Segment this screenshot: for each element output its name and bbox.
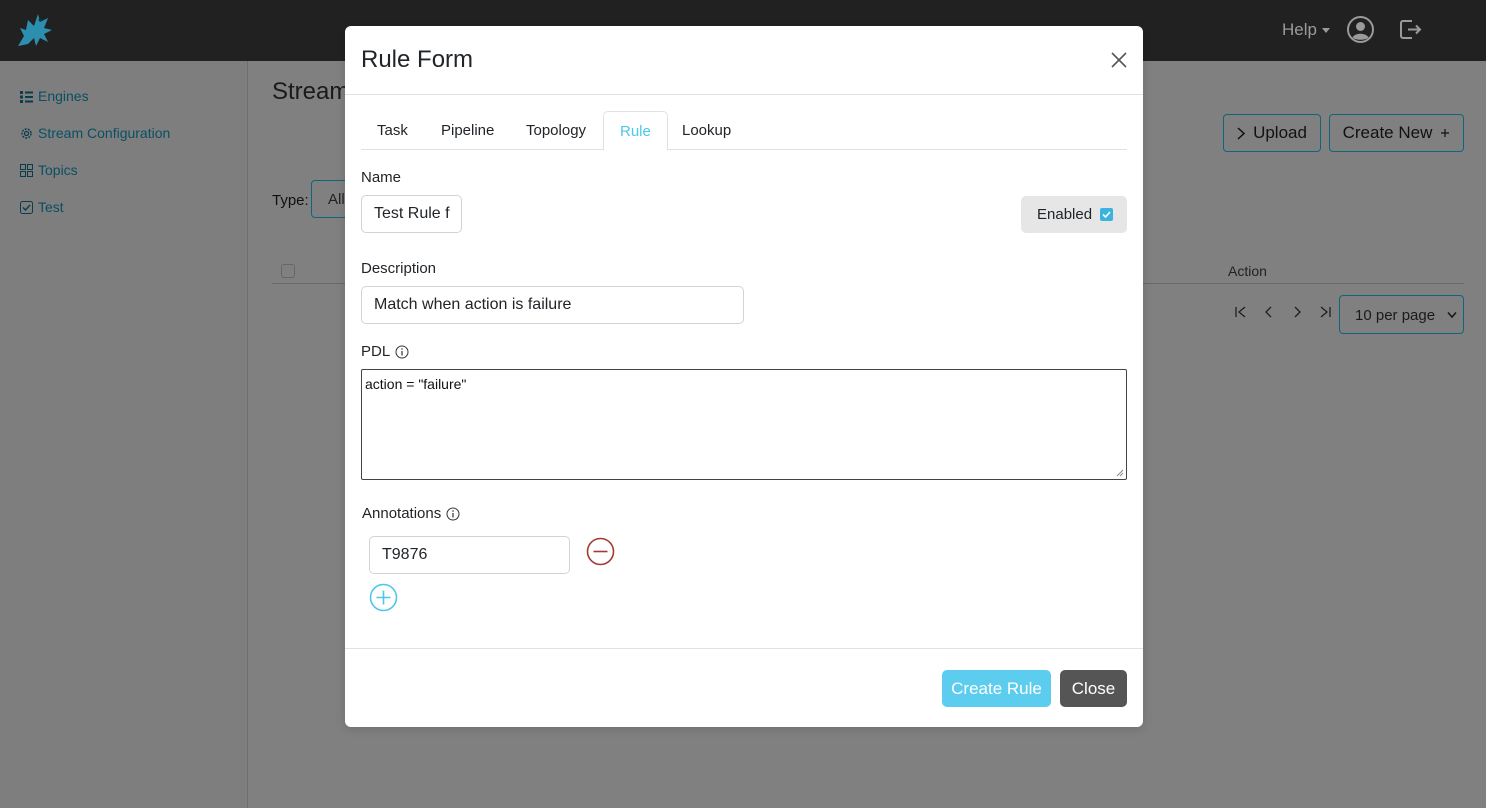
logout-icon[interactable] — [1398, 17, 1423, 42]
name-label: Name — [361, 169, 402, 186]
caret-down-icon — [1321, 28, 1330, 34]
gear-icon — [21, 127, 32, 139]
help-label: Help — [1282, 20, 1317, 39]
pdl-label: PDL — [361, 343, 391, 360]
form-tabs: Task Pipeline Topology Rule Lookup — [361, 111, 1127, 151]
list-icon — [20, 90, 33, 103]
annotations-label: Annotations — [362, 505, 442, 522]
add-annotation-icon[interactable] — [369, 583, 398, 612]
sidebar-item-label: Topics — [38, 162, 78, 178]
check-icon — [1102, 211, 1111, 219]
sidebar-item-label: Stream Configuration — [38, 125, 171, 141]
sidebar-item-test[interactable]: Test — [20, 199, 64, 215]
create-new-button[interactable]: Create New — [1329, 114, 1464, 152]
pdl-label-row: PDL — [361, 343, 409, 360]
previous-page-icon[interactable] — [1263, 305, 1275, 319]
sidebar-item-label: Test — [38, 199, 64, 215]
enabled-label: Enabled — [1037, 206, 1093, 223]
sidebar-item-stream-configuration[interactable]: Stream Configuration — [20, 125, 170, 141]
user-avatar-icon[interactable] — [1347, 16, 1374, 43]
sidebar-item-topics[interactable]: Topics — [20, 162, 78, 178]
per-page-select[interactable]: 10 per page — [1339, 295, 1464, 334]
sidebar-item-engines[interactable]: Engines — [20, 88, 89, 104]
help-menu[interactable]: Help — [1282, 20, 1330, 40]
info-icon[interactable] — [395, 345, 409, 359]
check-square-icon — [20, 200, 33, 214]
annotation-input[interactable]: T9876 — [369, 536, 570, 574]
modal-header: Rule Form — [345, 26, 1143, 95]
description-input[interactable]: Match when action is failure — [361, 286, 744, 324]
grid-icon — [20, 163, 33, 177]
chevron-down-icon — [1447, 311, 1457, 319]
plus-icon — [1441, 129, 1450, 137]
select-all-checkbox[interactable] — [281, 264, 295, 278]
next-page-icon[interactable] — [1291, 305, 1303, 319]
page-title: Stream — [272, 78, 350, 105]
remove-annotation-icon[interactable] — [586, 537, 615, 566]
modal-title: Rule Form — [361, 46, 474, 73]
name-input[interactable]: Test Rule f — [361, 195, 462, 233]
enabled-checkbox[interactable] — [1100, 208, 1114, 221]
tab-task[interactable]: Task — [361, 111, 424, 150]
enabled-toggle[interactable]: Enabled — [1021, 196, 1127, 233]
resize-grip-icon[interactable] — [1116, 469, 1124, 477]
tab-pipeline[interactable]: Pipeline — [425, 111, 510, 150]
create-rule-button[interactable]: Create Rule — [942, 670, 1051, 707]
tab-lookup[interactable]: Lookup — [666, 111, 747, 150]
sidebar-item-label: Engines — [38, 88, 89, 104]
type-filter-label: Type: — [272, 192, 309, 209]
description-label: Description — [361, 260, 437, 277]
chevron-right-icon — [1237, 126, 1246, 140]
pdl-textarea[interactable]: action = "failure" — [361, 369, 1127, 480]
dragon-logo-icon[interactable] — [12, 8, 58, 50]
close-button[interactable]: Close — [1060, 670, 1127, 707]
tab-rule[interactable]: Rule — [603, 111, 668, 151]
upload-label: Upload — [1253, 123, 1307, 142]
info-icon[interactable] — [446, 507, 460, 521]
per-page-value: 10 per page — [1355, 307, 1436, 324]
action-column-header: Action — [1228, 263, 1267, 279]
last-page-icon[interactable] — [1318, 305, 1332, 319]
create-new-label: Create New — [1342, 123, 1433, 142]
modal-footer: Create Rule Close — [345, 648, 1143, 727]
rule-form-modal: Rule Form Task Pipeline Topology Rule Lo… — [345, 26, 1143, 727]
pdl-text: action = "failure" — [365, 376, 467, 392]
first-page-icon[interactable] — [1234, 305, 1248, 319]
annotations-label-row: Annotations — [362, 505, 460, 522]
sidebar: Engines Stream Configuration Topics Test — [0, 61, 248, 808]
tab-topology[interactable]: Topology — [510, 111, 602, 150]
close-icon[interactable] — [1111, 52, 1127, 68]
upload-button[interactable]: Upload — [1223, 114, 1321, 152]
